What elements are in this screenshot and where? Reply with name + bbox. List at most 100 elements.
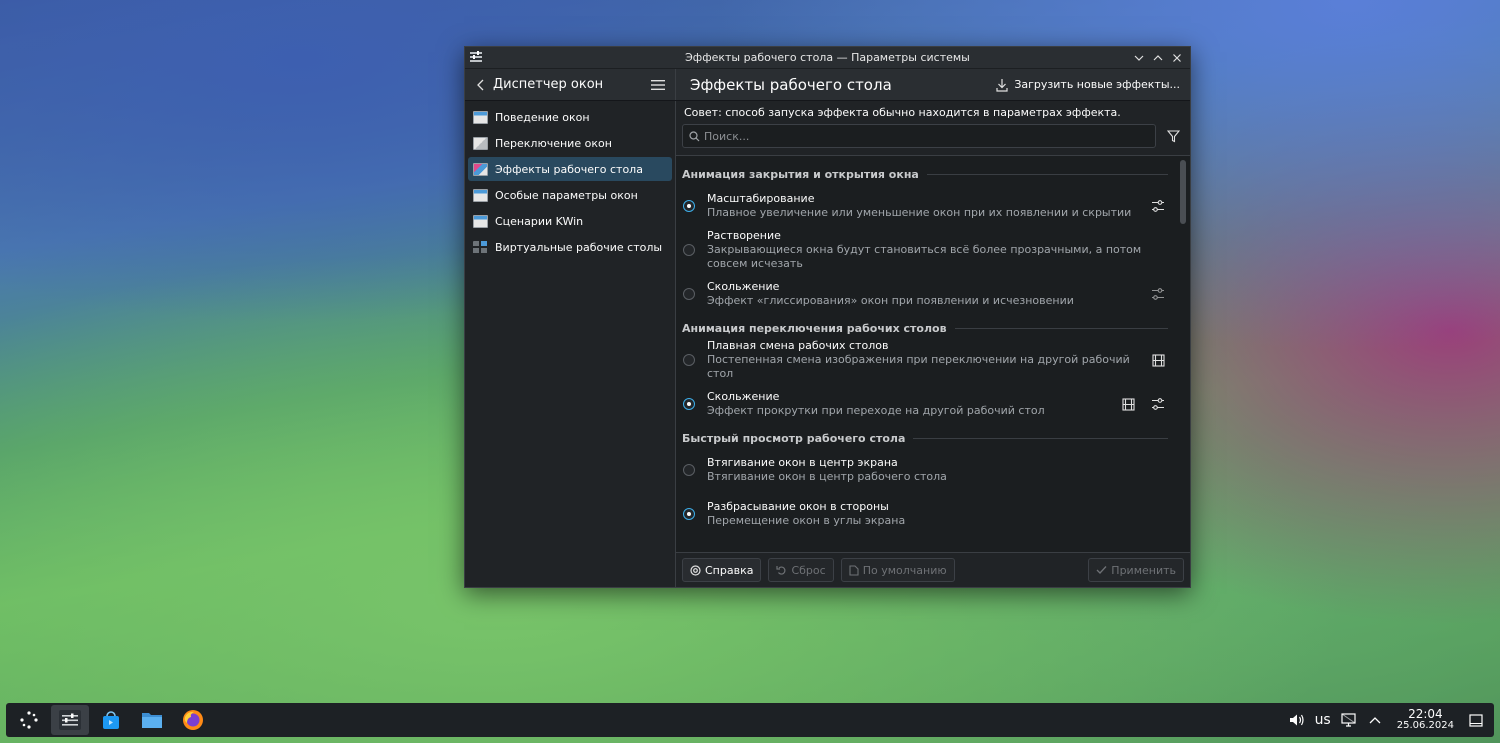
maximize-button[interactable] xyxy=(1149,49,1167,67)
effect-description: Постепенная смена изображения при перекл… xyxy=(707,353,1130,380)
sidebar-item-label: Переключение окон xyxy=(495,136,612,150)
sidebar-item-label: Поведение окон xyxy=(495,110,590,124)
application-launcher-button[interactable] xyxy=(10,705,48,735)
task-switcher-icon xyxy=(473,136,488,150)
filter-button[interactable] xyxy=(1162,125,1184,147)
minimize-button[interactable] xyxy=(1130,49,1148,67)
configure-icon[interactable] xyxy=(1148,284,1168,304)
sidebar-item-window-behavior[interactable]: Поведение окон xyxy=(468,105,672,129)
effects-list[interactable]: Анимация закрытия и открытия окна Масшта… xyxy=(676,155,1190,552)
taskbar-discover[interactable] xyxy=(92,705,130,735)
taskbar: us 22:04 25.06.2024 xyxy=(6,703,1494,737)
volume-icon[interactable] xyxy=(1289,712,1305,728)
document-defaults-icon xyxy=(849,564,859,576)
reset-label: Сброс xyxy=(791,563,826,577)
section-title: Анимация закрытия и открытия окна xyxy=(682,167,919,181)
section-header: Быстрый просмотр рабочего стола xyxy=(682,428,1168,448)
search-icon xyxy=(689,130,700,141)
apply-button[interactable]: Применить xyxy=(1088,558,1184,582)
effect-item-glide[interactable]: Скольжение Эффект «глиссирования» окон п… xyxy=(682,272,1168,316)
effect-radio[interactable] xyxy=(683,464,695,476)
clock-time: 22:04 xyxy=(1408,707,1443,721)
sidebar-item-window-rules[interactable]: Особые параметры окон xyxy=(468,183,672,207)
effect-radio[interactable] xyxy=(683,200,695,212)
digital-clock[interactable]: 22:04 25.06.2024 xyxy=(1397,708,1454,732)
taskbar-system-settings[interactable] xyxy=(51,705,89,735)
effect-item-windowaperture-corners[interactable]: Разбрасывание окон в стороны Перемещение… xyxy=(682,492,1168,536)
help-label: Справка xyxy=(705,563,754,577)
keyboard-layout-indicator[interactable]: us xyxy=(1315,712,1331,728)
effect-description: Плавное увеличение или уменьшение окон п… xyxy=(707,206,1132,219)
effect-radio[interactable] xyxy=(683,244,695,256)
get-new-effects-button[interactable]: Загрузить новые эффекты... xyxy=(996,78,1180,92)
back-button[interactable] xyxy=(473,77,489,93)
sidebar-item-label: Эффекты рабочего стола xyxy=(495,162,643,176)
system-tray: us 22:04 25.06.2024 xyxy=(1289,708,1490,732)
hint-text: Совет: способ запуска эффекта обычно нах… xyxy=(684,106,1121,119)
section-header: Анимация переключения рабочих столов xyxy=(682,318,1168,338)
apply-label: Применить xyxy=(1111,563,1176,577)
show-desktop-icon[interactable] xyxy=(1468,712,1484,728)
sidebar-item-label: Виртуальные рабочие столы xyxy=(495,240,663,254)
effect-name: Скольжение xyxy=(707,280,780,293)
clock-date: 25.06.2024 xyxy=(1396,720,1454,731)
main-content: Совет: способ запуска эффекта обычно нах… xyxy=(676,101,1190,587)
sidebar-item-kwin-scripts[interactable]: Сценарии KWin xyxy=(468,209,672,233)
sidebar-item-virtual-desktops[interactable]: Виртуальные рабочие столы xyxy=(468,235,672,259)
effect-name: Втягивание окон в центр экрана xyxy=(707,456,898,469)
configure-icon[interactable] xyxy=(1148,394,1168,414)
video-preview-icon[interactable] xyxy=(1148,350,1168,370)
effect-name: Растворение xyxy=(707,229,781,242)
configure-icon[interactable] xyxy=(1148,196,1168,216)
sidebar: Поведение окон Переключение окон Эффекты… xyxy=(465,101,676,587)
window-title: Эффекты рабочего стола — Параметры систе… xyxy=(685,51,970,64)
sidebar-item-desktop-effects[interactable]: Эффекты рабочего стола xyxy=(468,157,672,181)
video-preview-icon[interactable] xyxy=(1118,394,1138,414)
system-settings-app-icon[interactable] xyxy=(470,51,482,63)
footer-bar: Справка Сброс По умолчанию Применить xyxy=(676,552,1190,587)
section-header: Анимация закрытия и открытия окна xyxy=(682,164,1168,184)
parent-category-title[interactable]: Диспетчер окон xyxy=(493,77,649,92)
search-field[interactable] xyxy=(682,124,1156,148)
window-rules-icon xyxy=(473,188,488,202)
help-icon xyxy=(690,564,701,576)
effect-radio[interactable] xyxy=(683,508,695,520)
effect-item-slide[interactable]: Скольжение Эффект прокрутки при переходе… xyxy=(682,382,1168,426)
effect-name: Плавная смена рабочих столов xyxy=(707,339,889,352)
taskbar-file-manager[interactable] xyxy=(133,705,171,735)
folder-icon xyxy=(142,713,162,728)
launcher-icon xyxy=(20,711,38,729)
filter-icon xyxy=(1166,129,1180,142)
checkmark-icon xyxy=(1096,566,1107,574)
network-icon[interactable] xyxy=(1341,712,1357,728)
effect-item-magic-lamp-scale[interactable]: Масштабирование Плавное увеличение или у… xyxy=(682,184,1168,228)
system-settings-window: Эффекты рабочего стола — Параметры систе… xyxy=(464,46,1191,588)
get-new-effects-label: Загрузить новые эффекты... xyxy=(1014,78,1180,91)
help-button[interactable]: Справка xyxy=(682,558,762,582)
taskbar-firefox[interactable] xyxy=(174,705,212,735)
effect-radio[interactable] xyxy=(683,288,695,300)
close-button[interactable] xyxy=(1168,49,1186,67)
scrollbar[interactable] xyxy=(1180,158,1186,548)
sidebar-item-task-switcher[interactable]: Переключение окон xyxy=(468,131,672,155)
tray-expand-chevron-icon[interactable] xyxy=(1367,712,1383,728)
effect-item-fade-desktop[interactable]: Плавная смена рабочих столов Постепенная… xyxy=(682,338,1168,382)
effect-name: Скольжение xyxy=(707,390,780,403)
effect-description: Эффект прокрутки при переходе на другой … xyxy=(707,404,1045,417)
scrollbar-thumb[interactable] xyxy=(1180,160,1186,224)
section-title: Быстрый просмотр рабочего стола xyxy=(682,431,906,445)
defaults-button[interactable]: По умолчанию xyxy=(840,558,955,582)
effect-description: Перемещение окон в углы экрана xyxy=(707,514,906,527)
effect-item-fade[interactable]: Растворение Закрывающиеся окна будут ста… xyxy=(682,228,1168,272)
window-titlebar[interactable]: Эффекты рабочего стола — Параметры систе… xyxy=(465,47,1190,69)
window-header: Диспетчер окон Эффекты рабочего стола За… xyxy=(465,69,1190,101)
hamburger-menu-icon[interactable] xyxy=(649,76,667,94)
effect-item-windowaperture-center[interactable]: Втягивание окон в центр экрана Втягивани… xyxy=(682,448,1168,492)
virtual-desktops-icon xyxy=(473,240,488,254)
page-title: Эффекты рабочего стола xyxy=(690,75,892,94)
effect-radio[interactable] xyxy=(683,398,695,410)
reset-button[interactable]: Сброс xyxy=(768,558,834,582)
effect-radio[interactable] xyxy=(683,354,695,366)
download-icon xyxy=(996,78,1008,92)
search-input[interactable] xyxy=(704,129,1155,143)
